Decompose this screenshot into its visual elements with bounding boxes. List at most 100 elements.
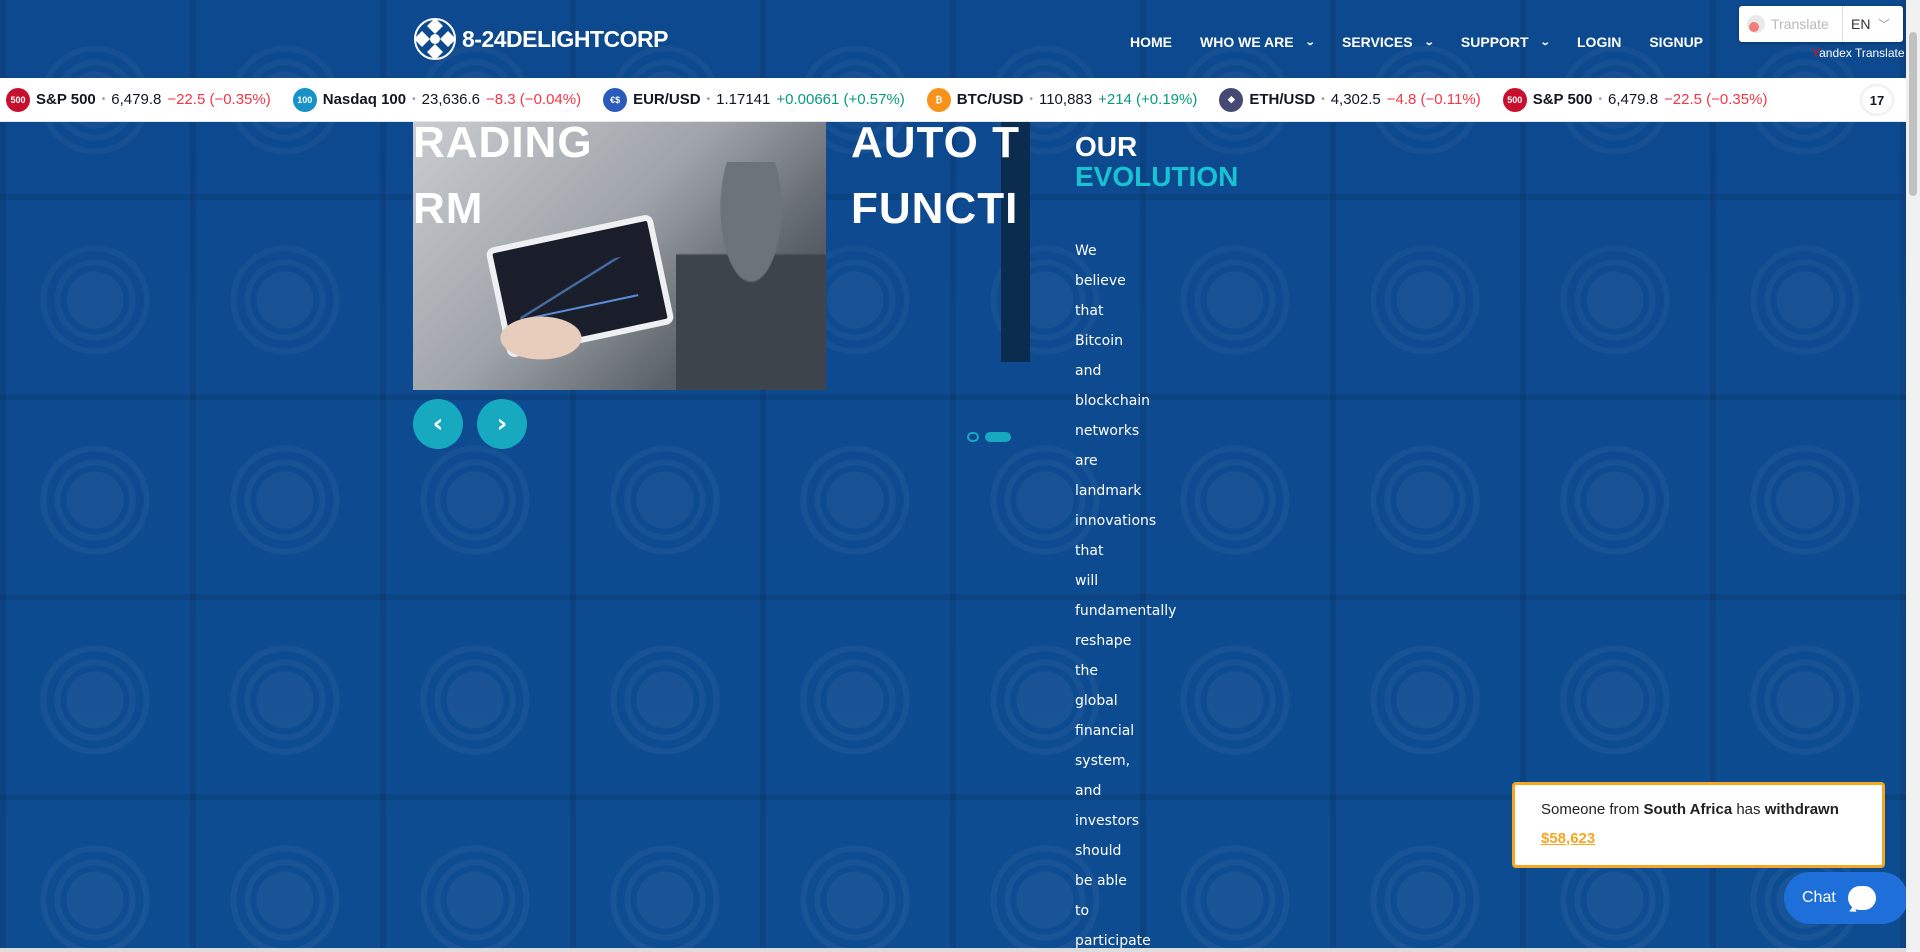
withdrawal-notification: Someone from South Africa has withdrawn … (1512, 782, 1885, 868)
ticker-separator: • (706, 94, 711, 105)
ticker-price: 1.17141 (716, 91, 771, 108)
nav-signup-label: SIGNUP (1649, 34, 1704, 50)
evolution-word: innovations (1075, 513, 1157, 529)
image-person (676, 162, 826, 390)
ticker-symbol-icon: ₿ (926, 87, 951, 112)
ticker-change: −22.5 (−0.35%) (1664, 91, 1768, 108)
evolution-word: landmark (1075, 483, 1142, 499)
yandex-translate-link[interactable]: Yandex Translate (1812, 46, 1905, 60)
carousel-prev-button[interactable]: ‹ (413, 399, 463, 449)
language-value: EN (1851, 16, 1871, 32)
notification-amount[interactable]: $58,623 (1541, 830, 1595, 847)
evolution-word: that (1075, 303, 1104, 319)
image-hands (473, 302, 643, 390)
evolution-word: system, (1075, 753, 1131, 769)
ticker-item[interactable]: €$ EUR/USD • 1.17141 +0.00661 (+0.57%) (597, 87, 921, 112)
ticker-symbol-icon: €$ (603, 87, 628, 112)
tradingview-logo-icon[interactable]: 17 (1862, 86, 1892, 114)
ticker-item[interactable]: 100 Nasdaq 100 • 23,636.6 −8.3 (−0.04%) (287, 87, 597, 112)
evolution-word: reshape (1075, 633, 1132, 649)
logo[interactable]: 8-24DELIGHTCORP (412, 16, 668, 62)
ticker-item[interactable]: 500 S&P 500 • 6,479.8 −22.5 (−0.35%) (1497, 87, 1784, 112)
ticker-change: +214 (+0.19%) (1098, 91, 1198, 108)
brand-name: 8-24DELIGHTCORP (462, 25, 668, 52)
evolution-word: investors (1075, 813, 1140, 829)
ticker-item[interactable]: ₿ BTC/USD • 110,883 +214 (+0.19%) (921, 87, 1214, 112)
nav-home-label: HOME (1130, 34, 1172, 50)
chat-button[interactable]: Chat (1784, 872, 1908, 924)
evolution-word: to (1075, 903, 1090, 919)
chevron-left-icon: ‹ (432, 409, 444, 439)
language-select[interactable]: EN ﹀ (1843, 16, 1889, 32)
slide-1-line-1: RADING (413, 122, 593, 167)
notification-country: South Africa (1643, 801, 1733, 818)
market-ticker: 500 S&P 500 • 6,479.8 −22.5 (−0.35%) 100 Nasda… (0, 78, 1906, 122)
ticker-separator: • (101, 94, 106, 105)
ticker-change: −4.8 (−0.11%) (1386, 91, 1481, 108)
yandex-text: andex Translate (1819, 46, 1905, 60)
evolution-word: be able (1075, 873, 1127, 889)
notification-action: withdrawn (1764, 801, 1839, 818)
evolution-word: Bitcoin (1075, 333, 1124, 349)
evolution-word: that (1075, 543, 1104, 559)
ticker-separator: • (1321, 94, 1325, 105)
carousel-next-button[interactable]: › (477, 399, 527, 449)
ticker-price: 6,479.8 (111, 91, 162, 108)
ticker-price: 110,883 (1038, 91, 1093, 108)
evolution-heading-line-1: OUR (1075, 131, 1138, 162)
evolution-word: will (1075, 573, 1099, 589)
chevron-down-icon: ⌄ (1423, 36, 1435, 48)
evolution-word: We (1075, 243, 1097, 259)
chevron-down-icon: ⌄ (1304, 36, 1316, 48)
chat-label: Chat (1802, 889, 1836, 906)
evolution-word: global (1075, 693, 1118, 709)
nav-support-label: SUPPORT (1460, 34, 1529, 50)
nav-services[interactable]: SERVICES ⌄ (1341, 34, 1435, 50)
nav-signup[interactable]: SIGNUP (1649, 34, 1703, 50)
slide-2-title: AUTO T FUNCTI (851, 122, 1020, 242)
slide-1-line-2: RM (413, 184, 484, 233)
site-header: 8-24DELIGHTCORP HOME WHO WE ARE ⌄ SERVICE… (0, 0, 1920, 78)
nav-login-label: LOGIN (1577, 34, 1622, 50)
translate-button[interactable]: Translate (1739, 6, 1843, 42)
ticker-symbol-icon: 500 (1502, 87, 1527, 112)
ticker-item[interactable]: ◆ ETH/USD • 4,302.5 −4.8 (−0.11%) (1213, 87, 1496, 112)
ticker-change: −22.5 (−0.35%) (167, 91, 271, 108)
ticker-symbol-icon: ◆ (1219, 87, 1244, 112)
carousel-dot-1[interactable] (967, 432, 979, 442)
logo-mark-icon (414, 18, 456, 60)
ticker-name: ETH/USD (1249, 91, 1316, 108)
nav-who-we-are[interactable]: WHO WE ARE ⌄ (1200, 34, 1316, 50)
evolution-word: are (1075, 453, 1098, 469)
ticker-separator: • (1029, 94, 1033, 105)
evolution-word: believe (1075, 273, 1126, 289)
ticker-separator: • (412, 94, 416, 105)
translate-icon (1747, 15, 1765, 33)
ticker-item[interactable]: 500 S&P 500 • 6,479.8 −22.5 (−0.35%) (0, 87, 287, 112)
ticker-separator: • (1598, 94, 1602, 105)
nav-login[interactable]: LOGIN (1577, 34, 1621, 50)
ticker-symbol-icon: 500 (6, 87, 30, 112)
nav-services-label: SERVICES (1341, 34, 1413, 50)
nav-home[interactable]: HOME (1130, 34, 1172, 50)
evolution-heading: OUR EVOLUTION (1075, 132, 1238, 192)
ticker-price: 6,479.8 (1607, 91, 1659, 108)
slide-2-line-1: AUTO T (851, 122, 1020, 167)
chevron-down-icon: ﹀ (1878, 19, 1890, 31)
ticker-symbol-icon: 100 (292, 87, 317, 112)
chat-bubble-icon (1847, 886, 1876, 910)
carousel-dot-2[interactable] (985, 432, 1011, 442)
nav-support[interactable]: SUPPORT ⌄ (1460, 34, 1551, 50)
scrollbar-thumb[interactable] (1909, 32, 1917, 196)
notification-middle: has (1732, 801, 1765, 818)
vertical-scrollbar[interactable] (1906, 0, 1920, 952)
ticker-change: −8.3 (−0.04%) (486, 91, 582, 108)
main-nav: HOME WHO WE ARE ⌄ SERVICES ⌄ SUPPORT ⌄ LOGI… (1130, 34, 1731, 50)
evolution-word: the (1075, 663, 1098, 679)
translate-widget[interactable]: Translate EN ﹀ (1739, 6, 1903, 42)
ticker-name: Nasdaq 100 (322, 91, 407, 108)
horizontal-scrollbar[interactable] (0, 948, 1906, 952)
evolution-word: financial (1075, 723, 1135, 739)
ticker-name: BTC/USD (956, 91, 1024, 108)
chevron-down-icon: ⌄ (1539, 36, 1551, 48)
